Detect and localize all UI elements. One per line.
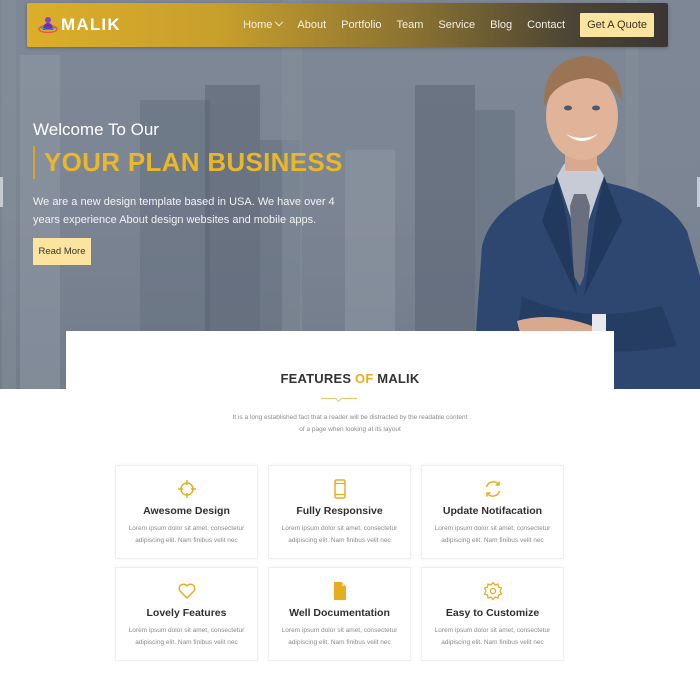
feature-card-text-line: Lorem ipsum dolor sit amet, consectetur [281, 525, 398, 532]
feature-card[interactable]: Easy to Customize Lorem ipsum dolor sit … [421, 567, 564, 661]
document-icon [330, 581, 350, 601]
nav-item-label: Blog [490, 19, 513, 31]
slider-prev-tab[interactable] [0, 177, 3, 207]
refresh-icon [483, 479, 503, 499]
features-title-part: FEATURES [280, 371, 356, 386]
feature-card-text: Lorem ipsum dolor sit amet, consectetur … [435, 625, 551, 649]
hero-description: We are a new design template based in US… [33, 196, 335, 226]
heart-icon [177, 581, 197, 601]
get-a-quote-button[interactable]: Get A Quote [580, 13, 654, 37]
hero-headline: YOUR PLAN BUSINESS [44, 147, 343, 177]
nav-item-label: Team [396, 19, 424, 31]
features-subtitle: It is a long established fact that a rea… [0, 412, 700, 436]
feature-card-text-line: Lorem ipsum dolor sit amet, consectetur [128, 627, 245, 634]
gear-icon [483, 581, 503, 601]
feature-card-text: Lorem ipsum dolor sit amet, consectetur … [435, 523, 551, 547]
nav-item-contact[interactable]: Contact [527, 19, 565, 31]
nav-item-label: Home [243, 19, 273, 31]
nav-item-service[interactable]: Service [438, 19, 475, 31]
feature-card-text-line: adipiscing elit. Nam finibus velit nec [441, 639, 544, 646]
nav-item-about[interactable]: About [297, 19, 326, 31]
feature-card-title: Fully Responsive [296, 505, 383, 517]
crosshair-icon [177, 479, 197, 499]
hero-welcome-text: Welcome To Our [33, 120, 159, 139]
navbar: MALIK Home About Portfolio Team Service … [27, 3, 668, 47]
feature-card-text: Lorem ipsum dolor sit amet, consectetur … [129, 523, 245, 547]
brand-name: MALIK [61, 15, 121, 34]
nav-item-portfolio[interactable]: Portfolio [341, 19, 381, 31]
feature-card-text-line: adipiscing elit. Nam finibus velit nec [135, 537, 238, 544]
features-title: FEATURES OF MALIK [0, 371, 700, 386]
feature-card[interactable]: Update Notifacation Lorem ipsum dolor si… [421, 465, 564, 559]
logo[interactable]: MALIK [38, 15, 121, 35]
feature-card[interactable]: Awesome Design Lorem ipsum dolor sit ame… [115, 465, 258, 559]
feature-card-title: Awesome Design [143, 505, 230, 517]
nav-item-blog[interactable]: Blog [490, 19, 512, 31]
mobile-icon [330, 479, 350, 499]
nav-item-home[interactable]: Home [243, 17, 284, 31]
feature-card-text-line: adipiscing elit. Nam finibus velit nec [135, 639, 238, 646]
feature-card-title: Well Documentation [289, 607, 390, 619]
feature-card-text: Lorem ipsum dolor sit amet, consectetur … [282, 625, 398, 649]
nav-item-label: Portfolio [341, 19, 382, 31]
hero-headline-wrap: YOUR PLAN BUSINESS [33, 146, 343, 179]
nav-menu: Home About Portfolio Team Service Blog C… [243, 13, 668, 37]
feature-card-text-line: adipiscing elit. Nam finibus velit nec [288, 537, 391, 544]
feature-card-text-line: adipiscing elit. Nam finibus velit nec [441, 537, 544, 544]
features-title-accent: OF [355, 371, 374, 386]
feature-card-text-line: adipiscing elit. Nam finibus velit nec [288, 639, 391, 646]
feature-card-text-line: Lorem ipsum dolor sit amet, consectetur [434, 525, 551, 532]
nav-item-label: Contact [527, 19, 566, 31]
person-globe-logo-icon [38, 17, 58, 34]
feature-card-text: Lorem ipsum dolor sit amet, consectetur … [282, 523, 398, 547]
feature-card[interactable]: Well Documentation Lorem ipsum dolor sit… [268, 567, 411, 661]
feature-card[interactable]: Lovely Features Lorem ipsum dolor sit am… [115, 567, 258, 661]
nav-item-label: Service [438, 19, 476, 31]
nav-item-label: About [297, 19, 327, 31]
chevron-down-icon [275, 17, 284, 27]
feature-card[interactable]: Fully Responsive Lorem ipsum dolor sit a… [268, 465, 411, 559]
feature-card-text-line: Lorem ipsum dolor sit amet, consectetur [128, 525, 245, 532]
features-title-part: MALIK [373, 371, 420, 386]
features-subtitle-line: of a page when looking at its layout [299, 426, 401, 433]
feature-card-text-line: Lorem ipsum dolor sit amet, consectetur [281, 627, 398, 634]
feature-card-title: Easy to Customize [445, 607, 540, 619]
feature-card-title: Update Notifacation [442, 505, 543, 517]
features-subtitle-line: It is a long established fact that a rea… [232, 414, 468, 421]
feature-card-title: Lovely Features [146, 607, 227, 619]
feature-card-text-line: Lorem ipsum dolor sit amet, consectetur [434, 627, 551, 634]
nav-item-team[interactable]: Team [397, 19, 424, 31]
read-more-button[interactable]: Read More [33, 238, 91, 265]
feature-card-text: Lorem ipsum dolor sit amet, consectetur … [129, 625, 245, 649]
